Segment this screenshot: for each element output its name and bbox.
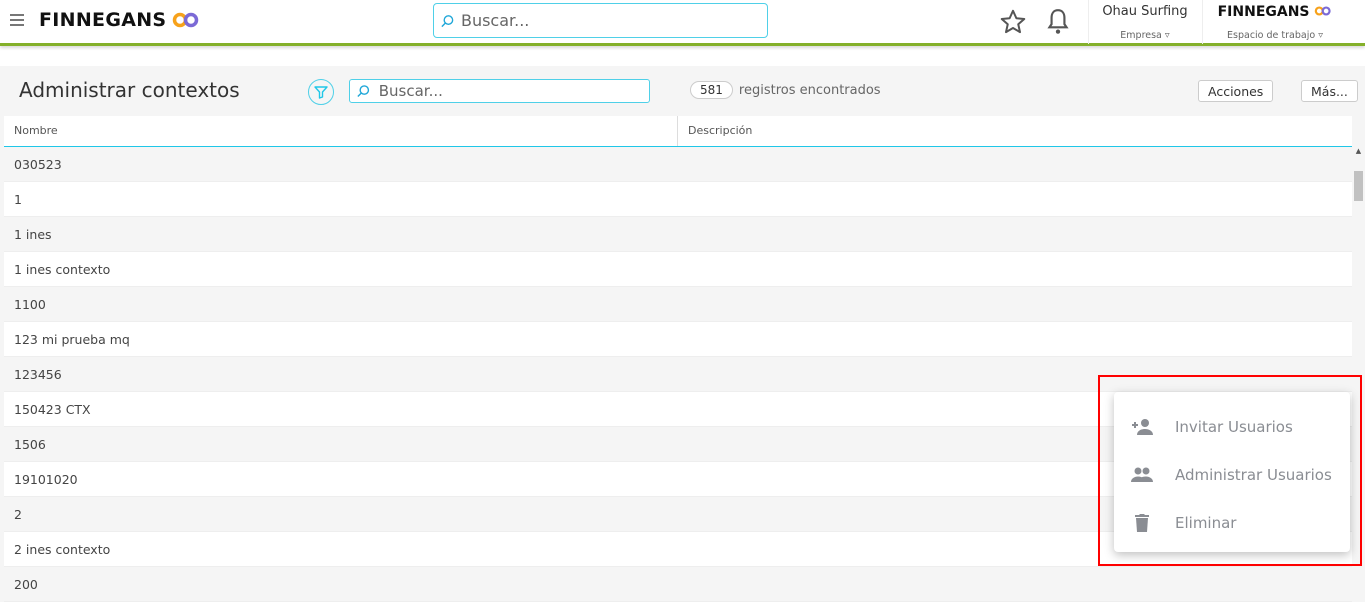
column-header-descripcion[interactable]: Descripción	[678, 116, 762, 146]
table-row[interactable]: 1 ines contexto	[4, 252, 1352, 287]
logo-mark-icon	[173, 12, 199, 28]
table-row[interactable]: 1100	[4, 287, 1352, 322]
list-search[interactable]	[349, 79, 650, 103]
notifications-bell-icon[interactable]	[1045, 7, 1071, 37]
global-search[interactable]	[433, 3, 768, 38]
global-search-input[interactable]	[460, 11, 767, 30]
menu-item-invitar-usuarios[interactable]: Invitar Usuarios	[1114, 403, 1350, 451]
top-bar: FINNEGANS Ohau Surfing Empresa ▿ FINNEGA…	[0, 0, 1365, 46]
actions-button[interactable]: Acciones	[1198, 80, 1274, 102]
table-row[interactable]: 030523	[4, 147, 1352, 182]
divider	[1088, 0, 1089, 44]
scrollbar-thumb[interactable]	[1354, 171, 1363, 201]
table-header: Nombre Descripción	[4, 116, 1352, 147]
more-button[interactable]: Más...	[1301, 80, 1358, 102]
menu-icon[interactable]	[10, 14, 24, 29]
logo[interactable]: FINNEGANS	[39, 9, 200, 31]
table-row[interactable]: 123 mi prueba mq	[4, 322, 1352, 357]
column-header-nombre[interactable]: Nombre	[4, 116, 678, 146]
scroll-up-icon[interactable]: ▲	[1352, 147, 1365, 155]
record-count: 581 registros encontrados	[690, 81, 881, 99]
list-search-input[interactable]	[378, 82, 649, 100]
workspace-selector[interactable]: FINNEGANS Espacio de trabajo ▿	[1210, 4, 1340, 41]
chevron-down-icon: ▿	[1164, 30, 1170, 41]
divider	[1202, 0, 1203, 44]
menu-item-administrar-usuarios[interactable]: Administrar Usuarios	[1114, 451, 1350, 499]
search-icon	[357, 85, 370, 98]
trash-icon	[1135, 514, 1149, 532]
company-selector[interactable]: Ohau Surfing Empresa ▿	[1095, 4, 1195, 41]
context-menu: Invitar Usuarios Administrar Usuarios El…	[1114, 392, 1350, 552]
filter-icon	[314, 86, 328, 99]
logo-mark-icon	[1315, 6, 1332, 16]
menu-item-eliminar[interactable]: Eliminar	[1114, 499, 1350, 547]
table-row[interactable]: 1 ines	[4, 217, 1352, 252]
favorites-star-icon[interactable]	[998, 7, 1028, 37]
person-add-icon	[1132, 419, 1153, 435]
table-row[interactable]: 200	[4, 567, 1352, 602]
search-icon	[441, 14, 454, 27]
filter-button[interactable]	[308, 79, 334, 105]
page-title: Administrar contextos	[19, 78, 240, 102]
chevron-down-icon: ▿	[1318, 30, 1323, 41]
table-row[interactable]: 1	[4, 182, 1352, 217]
people-icon	[1131, 467, 1153, 482]
